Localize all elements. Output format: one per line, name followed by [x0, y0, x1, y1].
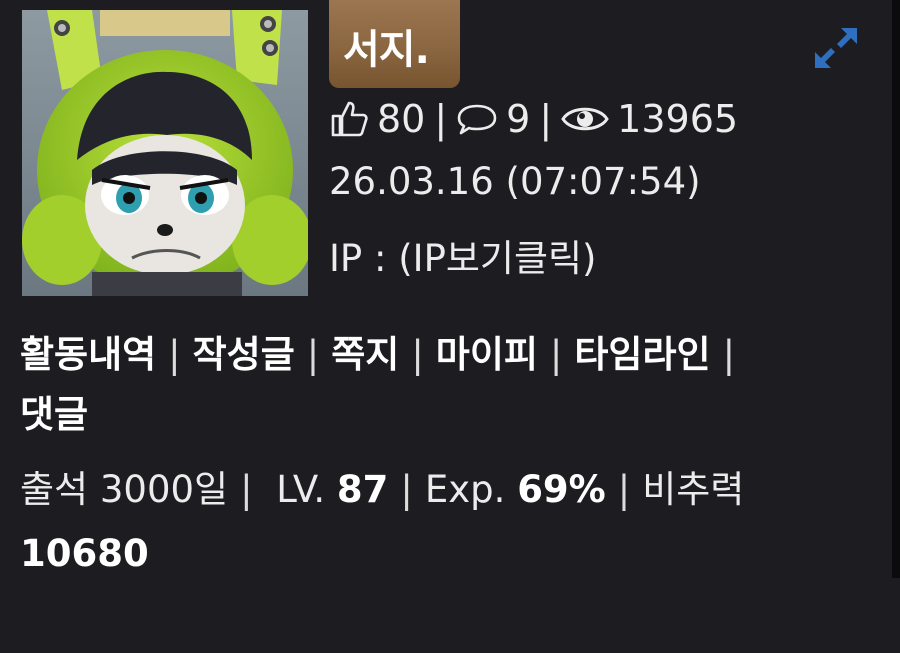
separator: | [434, 97, 448, 141]
separator: | [722, 333, 736, 376]
link-timeline[interactable]: 타임라인 [574, 333, 710, 376]
nickname: 서지. [343, 27, 430, 73]
level-value: 87 [336, 468, 389, 511]
comment-bubble-icon [457, 104, 497, 135]
ip-reveal-link[interactable]: (IP보기클릭) [398, 237, 596, 280]
profile-links: 활동내역 | 작성글 | 쪽지 | 마이피 | 타임라인 | 댓글 [20, 325, 880, 445]
attendance-value: 3000일 [99, 468, 229, 511]
ip-row: IP : (IP보기클릭) [329, 228, 597, 282]
level-label: LV. [276, 468, 326, 511]
thumbs-up-icon [331, 101, 368, 137]
ip-colon: : [374, 237, 399, 280]
post-stats: 80 | 9 | 13965 [329, 92, 738, 146]
exp-value: 69% [517, 468, 606, 511]
exp-label: Exp. [424, 468, 506, 511]
views-count: 13965 [617, 97, 739, 141]
eye-icon [561, 107, 609, 131]
link-comments[interactable]: 댓글 [20, 393, 88, 436]
power-value: 10680 [20, 532, 149, 575]
link-activity[interactable]: 활동내역 [20, 333, 156, 376]
separator: | [549, 333, 563, 376]
separator: | [240, 468, 253, 511]
attendance-label: 출석 [20, 468, 89, 511]
separator: | [306, 333, 320, 376]
user-info: 출석 3000일 | LV. 87 | Exp. 69% | 비추력 10680 [20, 458, 880, 586]
link-message[interactable]: 쪽지 [331, 333, 399, 376]
separator: | [617, 468, 631, 511]
comments-stat[interactable]: 9 [456, 97, 530, 141]
power-label: 비추력 [642, 468, 745, 511]
link-mypi[interactable]: 마이피 [436, 333, 538, 376]
post-date: 26.03.16 (07:07:54) [329, 160, 701, 203]
separator: | [539, 97, 553, 141]
comments-count: 9 [506, 97, 531, 141]
likes-stat[interactable]: 80 [329, 97, 425, 141]
separator: | [411, 333, 424, 376]
expand-icon[interactable] [813, 26, 859, 70]
avatar-image [22, 10, 308, 296]
nickname-badge[interactable]: 서지. [329, 0, 460, 88]
scrollbar-track [892, 0, 900, 578]
link-posts[interactable]: 작성글 [193, 333, 295, 376]
avatar[interactable] [22, 10, 308, 296]
separator: | [168, 333, 181, 376]
separator: | [400, 468, 413, 511]
ip-label: IP [329, 237, 363, 280]
likes-count: 80 [377, 97, 426, 141]
views-stat: 13965 [561, 97, 738, 141]
